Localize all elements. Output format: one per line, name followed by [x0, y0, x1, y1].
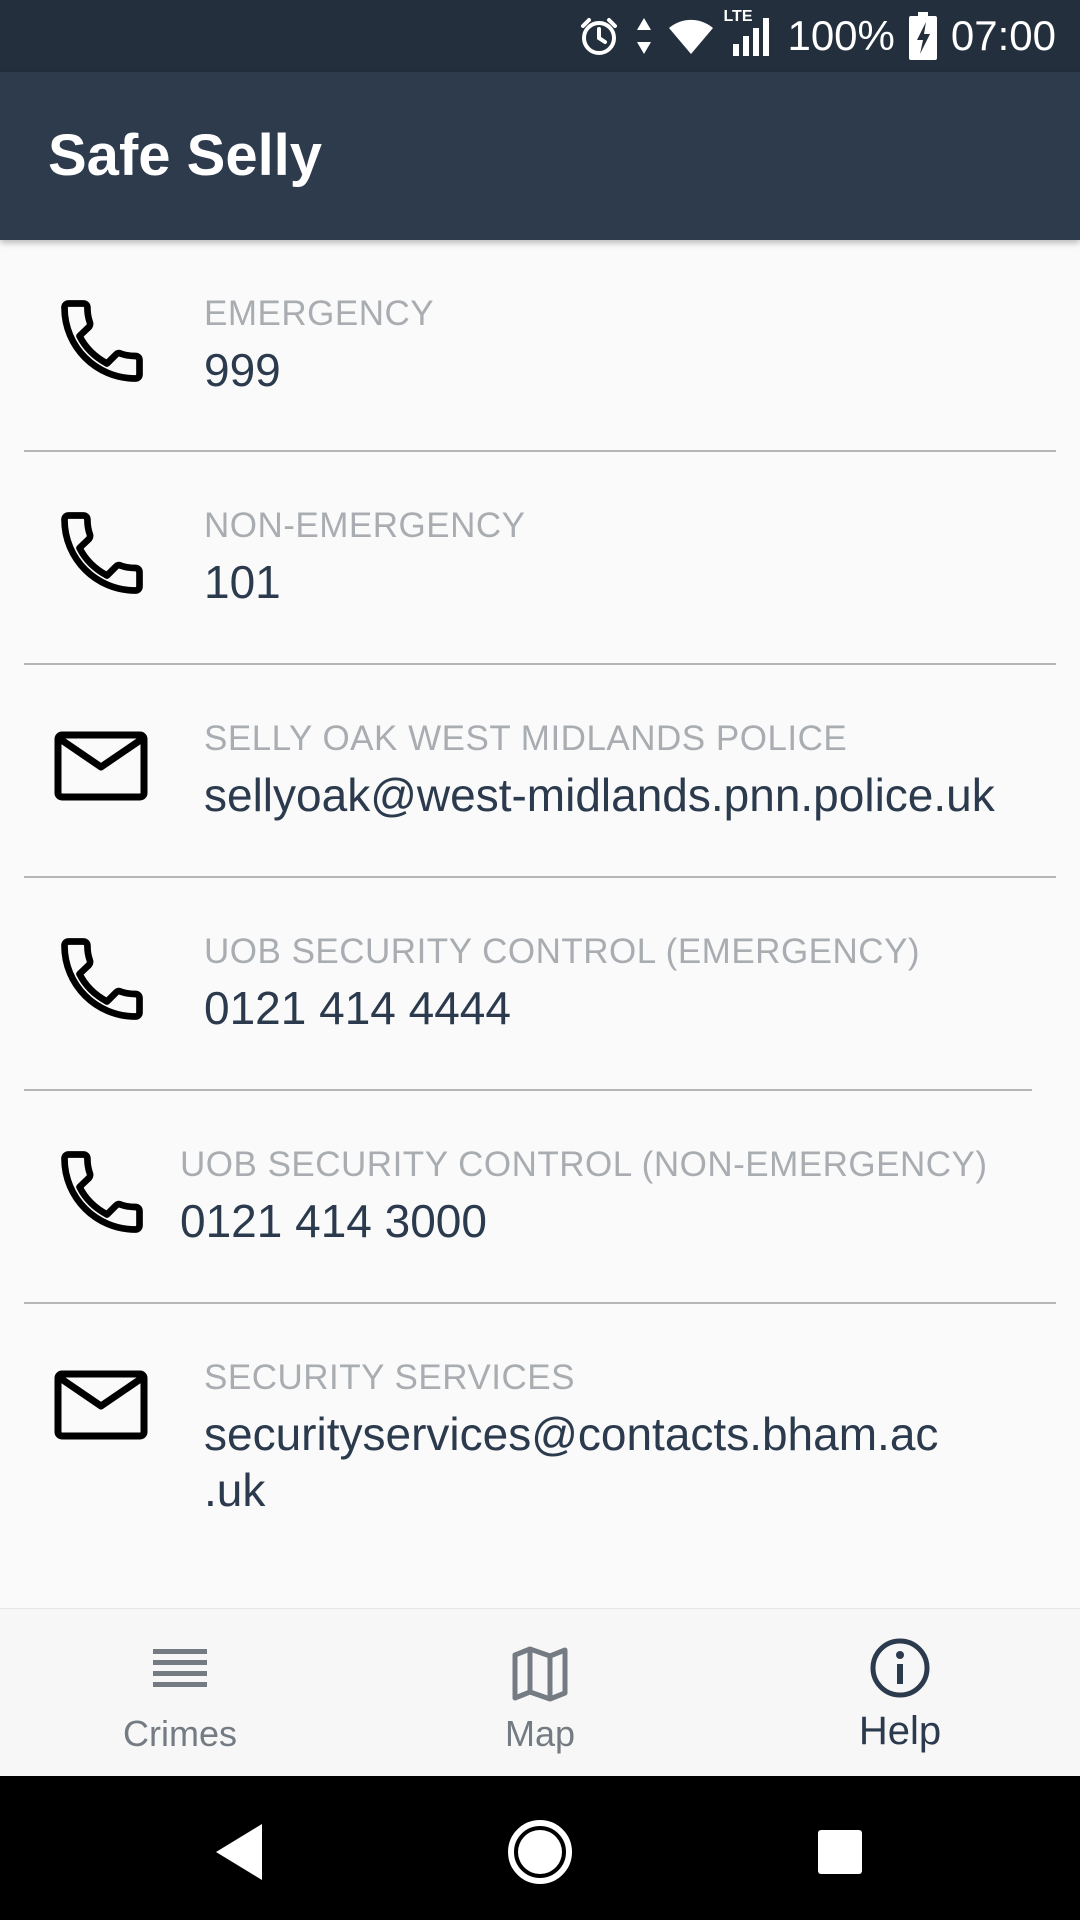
- data-arrows-icon: [635, 14, 653, 58]
- contact-value-line: securityservices@contacts.bham.ac: [204, 1408, 939, 1460]
- map-icon: [511, 1645, 569, 1708]
- contact-value: sellyoak@west-midlands.pnn.police.uk: [204, 769, 995, 821]
- contact-value: securityservices@contacts.bham.ac .uk: [204, 1406, 938, 1518]
- info-icon: [869, 1637, 931, 1704]
- contact-item-uob-non-emergency[interactable]: UOB SECURITY CONTROL (NON-EMERGENCY) 012…: [0, 1091, 1080, 1303]
- contact-label: UOB SECURITY CONTROL (EMERGENCY): [204, 932, 921, 971]
- phone-icon: [52, 503, 152, 603]
- contact-item-uob-emergency[interactable]: UOB SECURITY CONTROL (EMERGENCY) 0121 41…: [0, 878, 1080, 1090]
- signal-icon: LTE: [723, 8, 773, 58]
- mail-icon: [52, 1354, 152, 1454]
- mail-icon: [52, 715, 152, 815]
- battery-charging-icon: [908, 12, 937, 60]
- contact-item-emergency[interactable]: EMERGENCY 999: [0, 240, 1080, 452]
- contact-label: UOB SECURITY CONTROL (NON-EMERGENCY): [180, 1145, 988, 1184]
- nav-item-map[interactable]: Map: [360, 1609, 720, 1777]
- contact-label: EMERGENCY: [204, 294, 435, 333]
- bottom-navigation: Crimes Map Help: [0, 1608, 1080, 1776]
- clock: 07:00: [950, 12, 1056, 59]
- system-navigation-bar: [0, 1776, 1080, 1920]
- contact-item-non-emergency[interactable]: NON-EMERGENCY 101: [0, 452, 1080, 664]
- contact-value: 101: [204, 556, 281, 608]
- nav-label-map: Map: [504, 1713, 576, 1754]
- contact-label: SELLY OAK WEST MIDLANDS POLICE: [204, 719, 848, 758]
- home-icon[interactable]: [500, 1812, 580, 1892]
- app-title: Safe Selly: [48, 123, 323, 188]
- status-bar: LTE 100% 07:00: [0, 0, 1080, 72]
- contact-label: SECURITY SERVICES: [204, 1358, 575, 1397]
- contact-item-selly-oak-police[interactable]: SELLY OAK WEST MIDLANDS POLICE sellyoak@…: [0, 665, 1080, 877]
- network-type-label: LTE: [723, 8, 753, 25]
- contact-value: 999: [204, 344, 281, 396]
- contact-value: 0121 414 4444: [204, 982, 511, 1034]
- contact-value-line: .uk: [204, 1464, 266, 1516]
- contact-value: 0121 414 3000: [180, 1195, 487, 1247]
- wifi-icon: [667, 16, 715, 56]
- status-icons: LTE 100% 07:00: [577, 0, 1056, 72]
- phone-icon: [52, 929, 152, 1029]
- phone-icon: [52, 1142, 152, 1242]
- nav-label-help: Help: [858, 1709, 942, 1753]
- alarm-icon: [577, 14, 621, 58]
- contact-item-security-services[interactable]: SECURITY SERVICES securityservices@conta…: [0, 1304, 1080, 1544]
- contact-label: NON-EMERGENCY: [204, 506, 526, 545]
- nav-label-crimes: Crimes: [123, 1713, 237, 1754]
- list-icon: [151, 1645, 209, 1700]
- app-bar: Safe Selly: [0, 72, 1080, 240]
- battery-percent: 100%: [787, 12, 895, 59]
- back-icon[interactable]: [200, 1812, 280, 1892]
- recents-icon[interactable]: [800, 1812, 880, 1892]
- contact-list: EMERGENCY 999 NON-EMERGENCY 101 SELLY OA…: [0, 240, 1080, 1608]
- nav-item-help[interactable]: Help: [720, 1609, 1080, 1777]
- nav-item-crimes[interactable]: Crimes: [0, 1609, 360, 1777]
- phone-icon: [52, 291, 152, 391]
